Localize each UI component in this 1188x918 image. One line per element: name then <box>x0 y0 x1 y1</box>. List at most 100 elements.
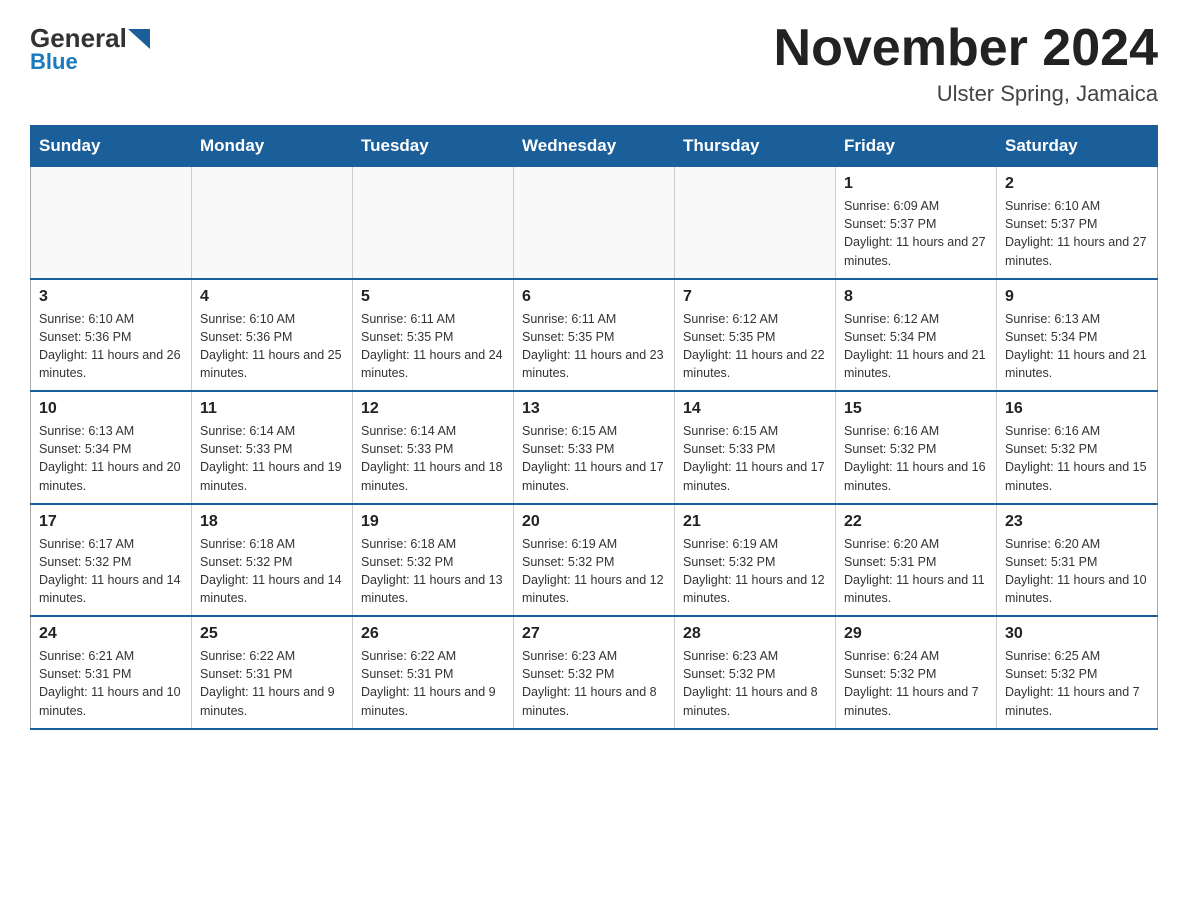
col-header-saturday: Saturday <box>997 126 1158 167</box>
col-header-tuesday: Tuesday <box>353 126 514 167</box>
day-number: 14 <box>683 400 827 418</box>
day-number: 15 <box>844 400 988 418</box>
col-header-thursday: Thursday <box>675 126 836 167</box>
day-info-text: Sunrise: 6:18 AMSunset: 5:32 PMDaylight:… <box>361 535 505 608</box>
day-info-text: Sunrise: 6:11 AMSunset: 5:35 PMDaylight:… <box>522 310 666 383</box>
day-number: 10 <box>39 400 183 418</box>
day-info-text: Sunrise: 6:16 AMSunset: 5:32 PMDaylight:… <box>1005 422 1149 495</box>
day-number: 11 <box>200 400 344 418</box>
calendar-cell: 19 Sunrise: 6:18 AMSunset: 5:32 PMDayligh… <box>353 504 514 617</box>
day-number: 3 <box>39 288 183 306</box>
logo-general-text: General <box>30 25 127 51</box>
calendar-week-row: 24 Sunrise: 6:21 AMSunset: 5:31 PMDayligh… <box>31 616 1158 729</box>
logo-blue-text: Blue <box>30 49 78 75</box>
day-info-text: Sunrise: 6:13 AMSunset: 5:34 PMDaylight:… <box>39 422 183 495</box>
calendar-cell <box>31 167 192 279</box>
calendar-header-row: SundayMondayTuesdayWednesdayThursdayFrid… <box>31 126 1158 167</box>
day-number: 27 <box>522 625 666 643</box>
calendar-cell <box>192 167 353 279</box>
calendar-cell: 10 Sunrise: 6:13 AMSunset: 5:34 PMDayligh… <box>31 391 192 504</box>
calendar-cell <box>514 167 675 279</box>
calendar-cell: 20 Sunrise: 6:19 AMSunset: 5:32 PMDayligh… <box>514 504 675 617</box>
day-number: 9 <box>1005 288 1149 306</box>
day-number: 6 <box>522 288 666 306</box>
calendar-cell: 26Sunrise: 6:22 AMSunset: 5:31 PMDayligh… <box>353 616 514 729</box>
day-info-text: Sunrise: 6:23 AMSunset: 5:32 PMDaylight:… <box>683 647 827 720</box>
day-number: 20 <box>522 513 666 531</box>
day-number: 1 <box>844 175 988 193</box>
calendar-cell: 27 Sunrise: 6:23 AMSunset: 5:32 PMDayligh… <box>514 616 675 729</box>
calendar-cell: 21 Sunrise: 6:19 AMSunset: 5:32 PMDayligh… <box>675 504 836 617</box>
day-number: 21 <box>683 513 827 531</box>
logo: General Blue <box>30 20 150 75</box>
calendar-cell: 24 Sunrise: 6:21 AMSunset: 5:31 PMDayligh… <box>31 616 192 729</box>
day-number: 13 <box>522 400 666 418</box>
day-info-text: Sunrise: 6:14 AMSunset: 5:33 PMDaylight:… <box>361 422 505 495</box>
day-info-text: Sunrise: 6:15 AMSunset: 5:33 PMDaylight:… <box>683 422 827 495</box>
day-number: 18 <box>200 513 344 531</box>
day-number: 22 <box>844 513 988 531</box>
day-number: 26 <box>361 625 505 643</box>
day-number: 16 <box>1005 400 1149 418</box>
calendar-cell: 28 Sunrise: 6:23 AMSunset: 5:32 PMDayligh… <box>675 616 836 729</box>
day-info-text: Sunrise: 6:25 AMSunset: 5:32 PMDaylight:… <box>1005 647 1149 720</box>
day-number: 19 <box>361 513 505 531</box>
calendar-cell: 12 Sunrise: 6:14 AMSunset: 5:33 PMDayligh… <box>353 391 514 504</box>
day-info-text: Sunrise: 6:14 AMSunset: 5:33 PMDaylight:… <box>200 422 344 495</box>
calendar-cell: 2Sunrise: 6:10 AMSunset: 5:37 PMDaylight… <box>997 167 1158 279</box>
day-number: 30 <box>1005 625 1149 643</box>
day-number: 12 <box>361 400 505 418</box>
day-number: 28 <box>683 625 827 643</box>
calendar-cell: 16 Sunrise: 6:16 AMSunset: 5:32 PMDayligh… <box>997 391 1158 504</box>
calendar-cell: 4 Sunrise: 6:10 AMSunset: 5:36 PMDaylight… <box>192 279 353 392</box>
calendar-cell: 22 Sunrise: 6:20 AMSunset: 5:31 PMDayligh… <box>836 504 997 617</box>
col-header-friday: Friday <box>836 126 997 167</box>
day-number: 23 <box>1005 513 1149 531</box>
calendar-cell: 8Sunrise: 6:12 AMSunset: 5:34 PMDaylight… <box>836 279 997 392</box>
header: General Blue November 2024 Ulster Spring… <box>30 20 1158 107</box>
calendar-cell: 14 Sunrise: 6:15 AMSunset: 5:33 PMDayligh… <box>675 391 836 504</box>
day-info-text: Sunrise: 6:12 AMSunset: 5:35 PMDaylight:… <box>683 310 827 383</box>
day-info-text: Sunrise: 6:23 AMSunset: 5:32 PMDaylight:… <box>522 647 666 720</box>
day-info-text: Sunrise: 6:20 AMSunset: 5:31 PMDaylight:… <box>844 535 988 608</box>
day-info-text: Sunrise: 6:19 AMSunset: 5:32 PMDaylight:… <box>522 535 666 608</box>
month-title: November 2024 <box>774 20 1158 77</box>
day-info-text: Sunrise: 6:20 AMSunset: 5:31 PMDaylight:… <box>1005 535 1149 608</box>
day-info-text: Sunrise: 6:10 AMSunset: 5:36 PMDaylight:… <box>200 310 344 383</box>
calendar-cell: 9Sunrise: 6:13 AMSunset: 5:34 PMDaylight… <box>997 279 1158 392</box>
calendar-cell <box>353 167 514 279</box>
day-info-text: Sunrise: 6:09 AMSunset: 5:37 PMDaylight:… <box>844 197 988 270</box>
day-number: 4 <box>200 288 344 306</box>
calendar-cell: 3 Sunrise: 6:10 AMSunset: 5:36 PMDaylight… <box>31 279 192 392</box>
day-number: 2 <box>1005 175 1149 193</box>
day-info-text: Sunrise: 6:22 AMSunset: 5:31 PMDaylight:… <box>200 647 344 720</box>
day-number: 7 <box>683 288 827 306</box>
calendar-cell: 15Sunrise: 6:16 AMSunset: 5:32 PMDayligh… <box>836 391 997 504</box>
day-info-text: Sunrise: 6:19 AMSunset: 5:32 PMDaylight:… <box>683 535 827 608</box>
day-number: 25 <box>200 625 344 643</box>
calendar-week-row: 3 Sunrise: 6:10 AMSunset: 5:36 PMDaylight… <box>31 279 1158 392</box>
day-info-text: Sunrise: 6:24 AMSunset: 5:32 PMDaylight:… <box>844 647 988 720</box>
calendar-cell: 29 Sunrise: 6:24 AMSunset: 5:32 PMDayligh… <box>836 616 997 729</box>
calendar-table: SundayMondayTuesdayWednesdayThursdayFrid… <box>30 125 1158 730</box>
day-info-text: Sunrise: 6:11 AMSunset: 5:35 PMDaylight:… <box>361 310 505 383</box>
day-info-text: Sunrise: 6:21 AMSunset: 5:31 PMDaylight:… <box>39 647 183 720</box>
calendar-cell <box>675 167 836 279</box>
calendar-week-row: 1 Sunrise: 6:09 AMSunset: 5:37 PMDaylight… <box>31 167 1158 279</box>
calendar-cell: 18Sunrise: 6:18 AMSunset: 5:32 PMDayligh… <box>192 504 353 617</box>
col-header-wednesday: Wednesday <box>514 126 675 167</box>
calendar-cell: 23 Sunrise: 6:20 AMSunset: 5:31 PMDayligh… <box>997 504 1158 617</box>
calendar-week-row: 17Sunrise: 6:17 AMSunset: 5:32 PMDayligh… <box>31 504 1158 617</box>
day-info-text: Sunrise: 6:10 AMSunset: 5:36 PMDaylight:… <box>39 310 183 383</box>
calendar-cell: 13Sunrise: 6:15 AMSunset: 5:33 PMDayligh… <box>514 391 675 504</box>
location-title: Ulster Spring, Jamaica <box>774 81 1158 107</box>
calendar-week-row: 10 Sunrise: 6:13 AMSunset: 5:34 PMDayligh… <box>31 391 1158 504</box>
title-area: November 2024 Ulster Spring, Jamaica <box>774 20 1158 107</box>
logo-triangle-icon <box>128 29 150 49</box>
day-number: 8 <box>844 288 988 306</box>
day-number: 29 <box>844 625 988 643</box>
day-number: 5 <box>361 288 505 306</box>
calendar-cell: 30 Sunrise: 6:25 AMSunset: 5:32 PMDayligh… <box>997 616 1158 729</box>
calendar-cell: 5 Sunrise: 6:11 AMSunset: 5:35 PMDaylight… <box>353 279 514 392</box>
day-number: 24 <box>39 625 183 643</box>
